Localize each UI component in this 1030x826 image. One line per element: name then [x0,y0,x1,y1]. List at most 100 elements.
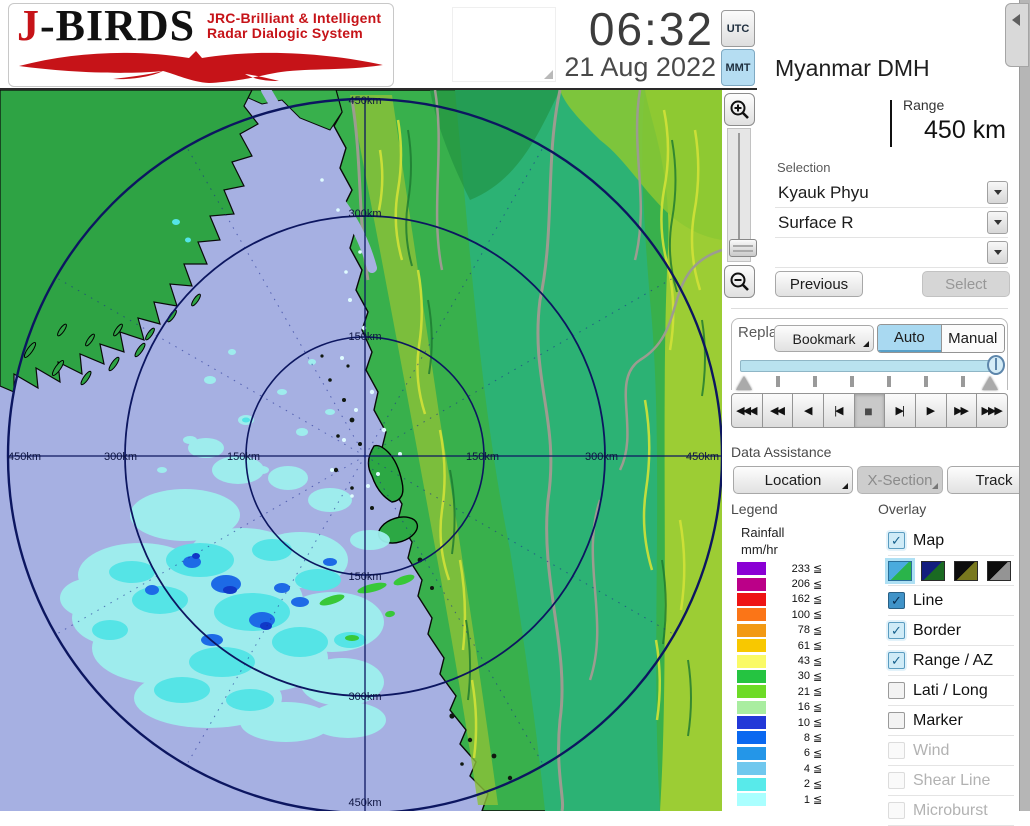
line-label: Line [913,592,943,610]
overlay-item-border[interactable]: ✓ Border [888,616,1014,646]
overlay-item-map[interactable]: ✓Map [888,526,1014,556]
legend-value: 233 [770,563,810,575]
range-ring-label: 300km [348,691,381,703]
lati-long-label: Lati / Long [913,682,988,700]
map-style-swatch-0[interactable] [888,561,912,581]
legend-swatch [737,793,766,806]
slider-end-marker[interactable] [982,376,998,390]
radar-map-canvas: 450km 300km 150km 150km 300km 450km 450k… [0,90,722,811]
zoom-slider-track[interactable] [727,128,751,262]
radar-map[interactable]: 450km 300km 150km 150km 300km 450km 450k… [0,90,722,811]
previous-button[interactable]: Previous [775,271,863,297]
playback-button-4[interactable]: ■ [855,393,886,428]
playback-button-3[interactable]: |◀ [824,393,855,428]
legend-swatch [737,578,766,591]
legend-operator: ≦ [813,593,822,606]
site-dropdown[interactable]: Kyauk Phyu [775,178,1008,208]
logo-subtitle: JRC-Brilliant & Intelligent Radar Dialog… [207,11,381,41]
line-checkbox[interactable]: ✓ [888,592,905,609]
playback-button-1[interactable]: ◀◀ [763,393,794,428]
map-style-swatch-1[interactable] [921,561,945,581]
legend-operator: ≦ [813,793,822,806]
zoom-in-icon [729,99,751,121]
location-button[interactable]: Location [733,466,853,494]
slider-tick [813,376,817,387]
range-ring-label: 150km [466,451,499,463]
legend-operator: ≦ [813,701,822,714]
legend-swatch [737,685,766,698]
zoom-in-button[interactable] [724,93,755,126]
zoom-out-button[interactable] [724,265,755,298]
legend-operator: ≦ [813,716,822,729]
legend-swatch [737,608,766,621]
separator [731,308,1008,309]
manual-mode-button[interactable]: Manual [941,325,1005,352]
border-label: Border [913,622,961,640]
wind-label: Wind [913,742,949,760]
zoom-out-icon [729,271,751,293]
option-dropdown[interactable] [775,238,1008,268]
legend-swatch [737,762,766,775]
range-ring-label: 300km [585,451,618,463]
range-ring-label: 450km [686,451,719,463]
rainfall-legend: 233≦206≦162≦100≦78≦61≦43≦30≦21≦16≦10≦8≦6… [737,561,842,807]
overlay-item-line[interactable]: ✓ Line [888,586,1014,616]
legend-swatch [737,624,766,637]
playback-button-8[interactable]: ▶▶▶ [977,393,1008,428]
overlay-item-lati-long[interactable]: Lati / Long [888,676,1014,706]
legend-swatch [737,639,766,652]
range-label: Range [903,97,944,113]
marker-label: Marker [913,712,963,730]
lati-long-checkbox[interactable] [888,682,905,699]
legend-operator: ≦ [813,608,822,621]
panel-collapse-tab[interactable] [1005,3,1029,67]
playback-button-7[interactable]: ▶▶ [947,393,978,428]
overlay-item-marker[interactable]: Marker [888,706,1014,736]
playback-button-2[interactable]: ◀ [793,393,824,428]
legend-operator: ≦ [813,685,822,698]
range-ring-label: 450km [348,797,381,809]
location-label: Location [765,472,822,489]
border-checkbox[interactable]: ✓ [888,622,905,639]
replay-slider-track[interactable] [740,360,998,372]
range-az-checkbox[interactable]: ✓ [888,652,905,669]
x-section-button[interactable]: X-Section [857,466,943,494]
legend-swatch [737,716,766,729]
range-az-label: Range / AZ [913,652,993,670]
map-style-swatch-2[interactable] [954,561,978,581]
range-ring-label: 450km [8,451,41,463]
bookmark-button[interactable]: Bookmark [774,325,874,352]
legend-row: 30≦ [737,669,842,684]
eagle-icon [13,48,389,84]
chevron-down-icon[interactable] [987,241,1008,264]
logo-title: J-BIRDS [17,3,195,51]
panel-scroll-strip[interactable] [1019,0,1030,811]
marker-checkbox[interactable] [888,712,905,729]
chevron-down-icon[interactable] [987,211,1008,234]
x-section-label: X-Section [867,472,932,489]
chevron-down-icon[interactable] [987,181,1008,204]
site-dropdown-value: Kyauk Phyu [775,183,987,203]
zoom-slider-handle[interactable] [729,239,757,257]
slider-tick [924,376,928,387]
product-dropdown[interactable]: Surface R [775,208,1008,238]
auto-mode-button[interactable]: Auto [878,325,941,352]
map-style-swatch-3[interactable] [987,561,1011,581]
map-checkbox[interactable]: ✓ [888,532,905,549]
legend-swatch [737,747,766,760]
playback-button-0[interactable]: ◀◀◀ [731,393,763,428]
legend-row: 100≦ [737,607,842,622]
overlay-list: ✓Map✓Line✓Border✓Range / AZLati / LongMa… [888,526,1014,826]
timezone-utc-button[interactable]: UTC [721,10,755,47]
select-button[interactable]: Select [922,271,1010,297]
playback-button-6[interactable]: ▶ [916,393,947,428]
timezone-mmt-button[interactable]: MMT [721,49,755,86]
playback-button-5[interactable]: ▶| [885,393,916,428]
replay-slider-handle[interactable] [987,355,1005,375]
track-button[interactable]: Track [947,466,1030,494]
overlay-item-range-az[interactable]: ✓ Range / AZ [888,646,1014,676]
overlay-item-microburst: Microburst [888,796,1014,826]
legend-swatch [737,670,766,683]
legend-row: 6≦ [737,746,842,761]
slider-start-marker[interactable] [736,376,752,390]
